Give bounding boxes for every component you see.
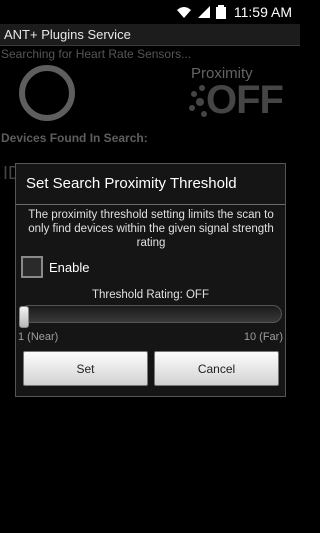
enable-row[interactable]: Enable [21, 256, 89, 278]
progress-spinner [19, 65, 75, 121]
enable-label[interactable]: Enable [49, 260, 89, 275]
proximity-state: OFF [206, 78, 284, 122]
set-button[interactable]: Set [23, 351, 148, 386]
dialog-description: The proximity threshold setting limits t… [28, 209, 274, 249]
dialog-divider [16, 204, 285, 205]
enable-checkbox[interactable] [21, 256, 43, 278]
threshold-slider[interactable] [20, 305, 282, 323]
slider-max-label: 10 (Far) [243, 331, 283, 343]
threshold-rating-label: Threshold Rating: OFF [92, 289, 209, 301]
cancel-button[interactable]: Cancel [154, 351, 279, 386]
proximity-threshold-dialog: Set Search Proximity Threshold The proxi… [15, 163, 286, 397]
threshold-slider-thumb[interactable] [19, 306, 29, 328]
slider-min-label: 1 (Near) [18, 331, 59, 343]
searching-status: Searching for Heart Rate Sensors... [1, 47, 192, 61]
dialog-title: Set Search Proximity Threshold [26, 175, 237, 192]
devices-found-label: Devices Found In Search: [1, 131, 148, 145]
